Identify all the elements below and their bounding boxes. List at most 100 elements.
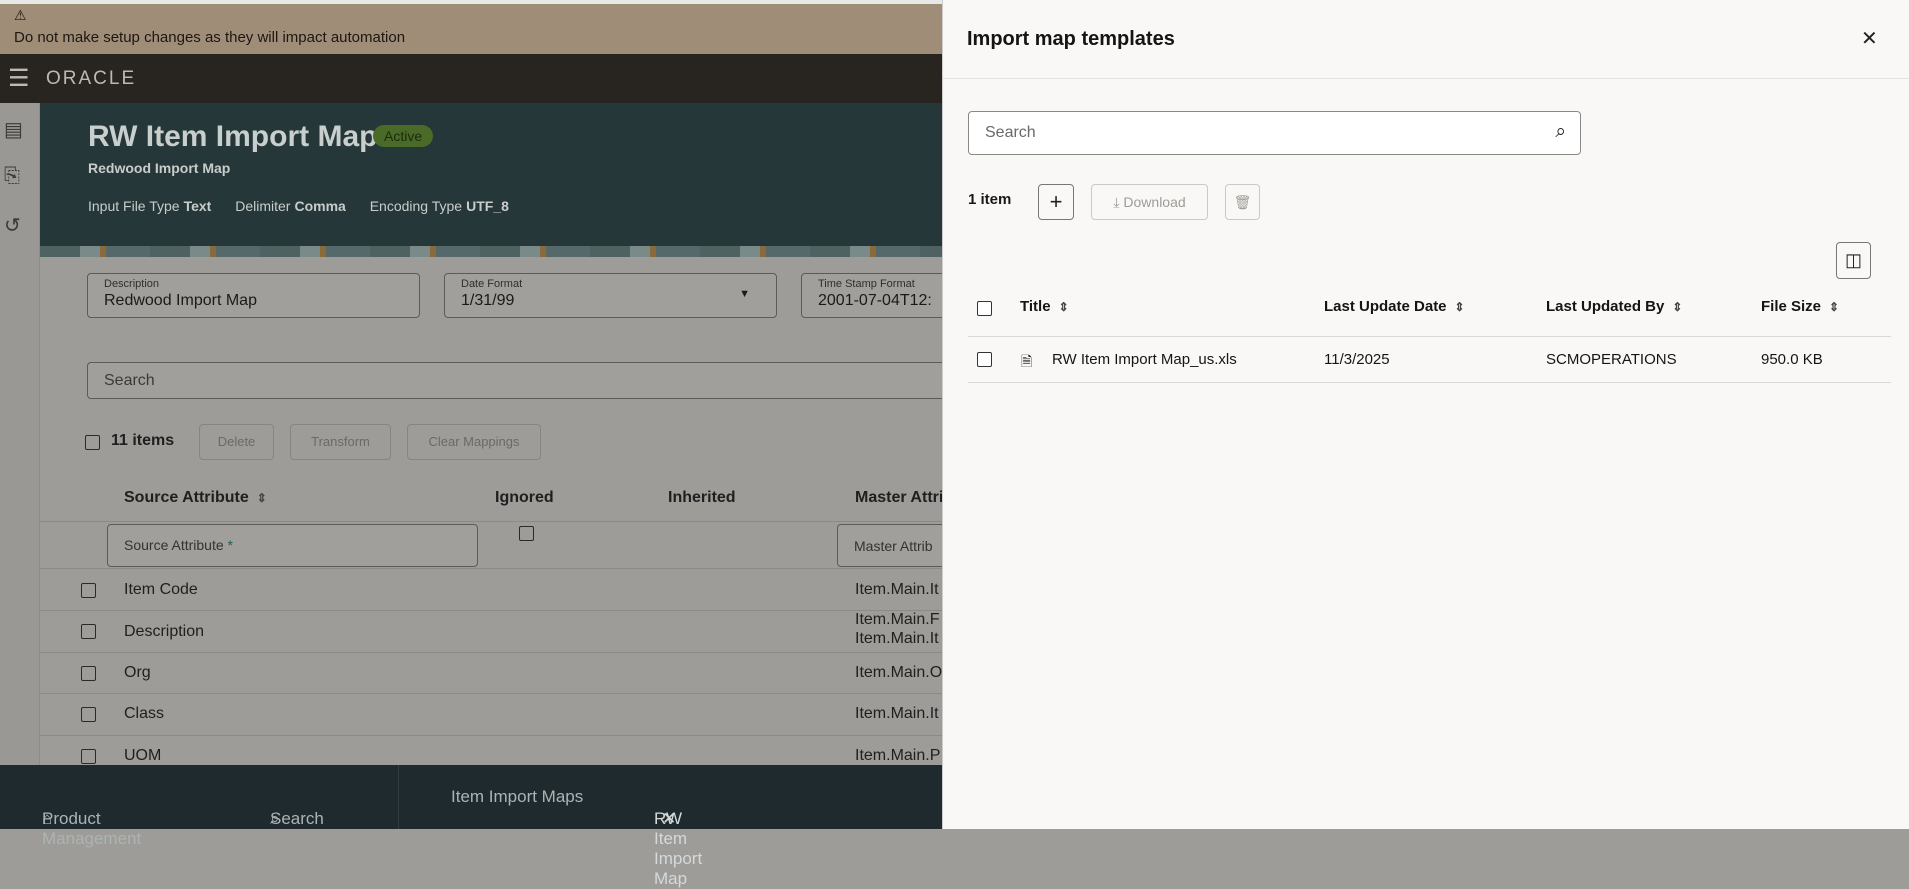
divider [40, 735, 942, 736]
tab-item-import-maps[interactable]: Item Import Maps [451, 787, 583, 807]
required-marker: * [227, 537, 233, 553]
trash-icon: 🗑 [1233, 194, 1252, 210]
page-header: RW Item Import Map Active Redwood Import… [40, 103, 942, 246]
row-checkbox[interactable] [81, 666, 96, 681]
columns-button[interactable]: ◫ [1836, 242, 1871, 279]
master-attribute: Item.Main.It [855, 705, 939, 722]
source-attribute: UOM [124, 747, 162, 764]
sort-icon: ⇕ [1672, 300, 1683, 314]
sort-icon: ⇕ [1829, 300, 1840, 314]
sort-icon: ⇕ [1058, 300, 1069, 314]
header-label: Last Update Date [1324, 298, 1447, 315]
sort-icon: ⇕ [1454, 300, 1465, 314]
field-label: Time Stamp Format [818, 278, 915, 290]
item-count: 1 item [968, 191, 1012, 208]
row-checkbox[interactable] [81, 707, 96, 722]
add-button[interactable]: + [1038, 184, 1074, 220]
oracle-logo: ORACLE [46, 68, 137, 89]
divider [398, 765, 399, 829]
metadata: Input File Type Text Delimiter Comma Encod… [88, 198, 529, 214]
dropdown-arrow-icon: ▼ [739, 288, 750, 300]
meta-value: Comma [294, 198, 346, 214]
meta-value: Text [183, 198, 212, 214]
mapping-search-input[interactable]: Search [87, 362, 967, 399]
divider [40, 521, 942, 522]
last-updated-by: SCMOPERATIONS [1546, 351, 1677, 368]
master-attribute-filter[interactable]: Master Attrib [837, 524, 957, 567]
select-all-checkbox[interactable] [85, 435, 100, 450]
download-button[interactable]: ⤓ Download [1091, 184, 1208, 220]
bottom-navigation: ⌂ Product Management ⌕ Search Item Impor… [0, 765, 942, 888]
column-header-last-update-date[interactable]: Last Update Date ⇕ [1324, 298, 1465, 315]
nav-label: Search [270, 809, 324, 828]
description-field[interactable]: Description Redwood Import Map [87, 273, 420, 318]
clipboard-upload-icon[interactable]: ⎘ [4, 165, 20, 188]
meta-label: Input File Type [88, 198, 180, 214]
ignored-filter-checkbox[interactable] [519, 526, 534, 541]
divider [40, 693, 942, 694]
source-attribute-filter[interactable]: Source Attribute * [107, 524, 478, 567]
clear-mappings-button[interactable]: Clear Mappings [407, 424, 541, 460]
column-header-title[interactable]: Title ⇕ [1020, 298, 1069, 315]
divider [943, 78, 1909, 79]
template-title[interactable]: RW Item Import Map_us.xls [1052, 351, 1237, 368]
download-icon: ⤓ [1113, 194, 1120, 210]
warning-icon: ⚠ [14, 7, 27, 23]
delete-button[interactable]: 🗑 [1225, 184, 1260, 220]
search-placeholder: Search [104, 372, 155, 389]
column-header-file-size[interactable]: File Size ⇕ [1761, 298, 1839, 315]
field-label: Description [104, 278, 160, 290]
field-value: Redwood Import Map [104, 292, 257, 309]
header-label: Source Attribute [124, 489, 249, 506]
column-header-inherited: Inherited [668, 489, 736, 506]
page-subtitle: Redwood Import Map [88, 160, 231, 176]
column-header-last-updated-by[interactable]: Last Updated By ⇕ [1546, 298, 1682, 315]
templates-search-input[interactable]: Search ⌕ [968, 111, 1581, 155]
drawer-title: Import map templates [967, 28, 1175, 50]
divider [40, 652, 942, 653]
divider [40, 610, 942, 611]
report-search-icon[interactable]: ▤ [4, 117, 23, 142]
column-header-ignored: Ignored [495, 489, 554, 506]
page-title: RW Item Import Map [88, 120, 378, 153]
columns-icon: ◫ [1844, 250, 1862, 270]
side-toolbar: ▤ ⎘ ↺ [0, 103, 40, 765]
master-attribute: Item.Main.P [855, 747, 941, 764]
date-format-select[interactable]: Date Format 1/31/99 ▼ [444, 273, 777, 318]
column-header-source[interactable]: Source Attribute ⇕ [124, 489, 267, 507]
item-count: 11 items [111, 432, 175, 449]
source-attribute: Item Code [124, 581, 198, 598]
row-checkbox[interactable] [81, 749, 96, 764]
row-checkbox[interactable] [81, 624, 96, 639]
row-checkbox[interactable] [81, 583, 96, 598]
source-attribute: Description [124, 623, 205, 640]
field-label: Date Format [461, 278, 523, 290]
meta-label: Delimiter [235, 198, 291, 214]
decorative-pattern [40, 246, 942, 257]
search-icon[interactable]: ⌕ [1555, 121, 1566, 143]
master-attribute: Item.Main.It [855, 630, 939, 647]
close-tab-icon[interactable]: ✕ [662, 809, 676, 829]
last-update-date: 11/3/2025 [1324, 351, 1390, 368]
sort-icon: ⇕ [256, 491, 267, 505]
transform-button[interactable]: Transform [290, 424, 391, 460]
row-checkbox[interactable] [977, 352, 992, 367]
history-icon[interactable]: ↺ [4, 213, 21, 238]
close-icon[interactable]: ✕ [1861, 26, 1878, 51]
timestamp-format-field[interactable]: Time Stamp Format 2001-07-04T12: [801, 273, 961, 318]
nav-label: Product Management [42, 809, 142, 848]
plus-icon: + [1049, 189, 1063, 214]
select-all-checkbox[interactable] [977, 301, 992, 316]
hamburger-menu-icon[interactable]: ☰ [8, 64, 30, 93]
placeholder: Master Attrib [854, 538, 933, 554]
status-badge: Active [373, 125, 434, 147]
delete-button[interactable]: Delete [199, 424, 274, 460]
source-attribute: Org [124, 664, 151, 681]
divider [968, 336, 1891, 337]
field-value: 1/31/99 [461, 292, 515, 309]
divider [968, 382, 1891, 383]
app-header: ☰ ORACLE [0, 54, 942, 103]
header-label: File Size [1761, 298, 1822, 315]
button-label: Download [1123, 194, 1186, 210]
file-icon: 🗎 [1021, 353, 1033, 369]
